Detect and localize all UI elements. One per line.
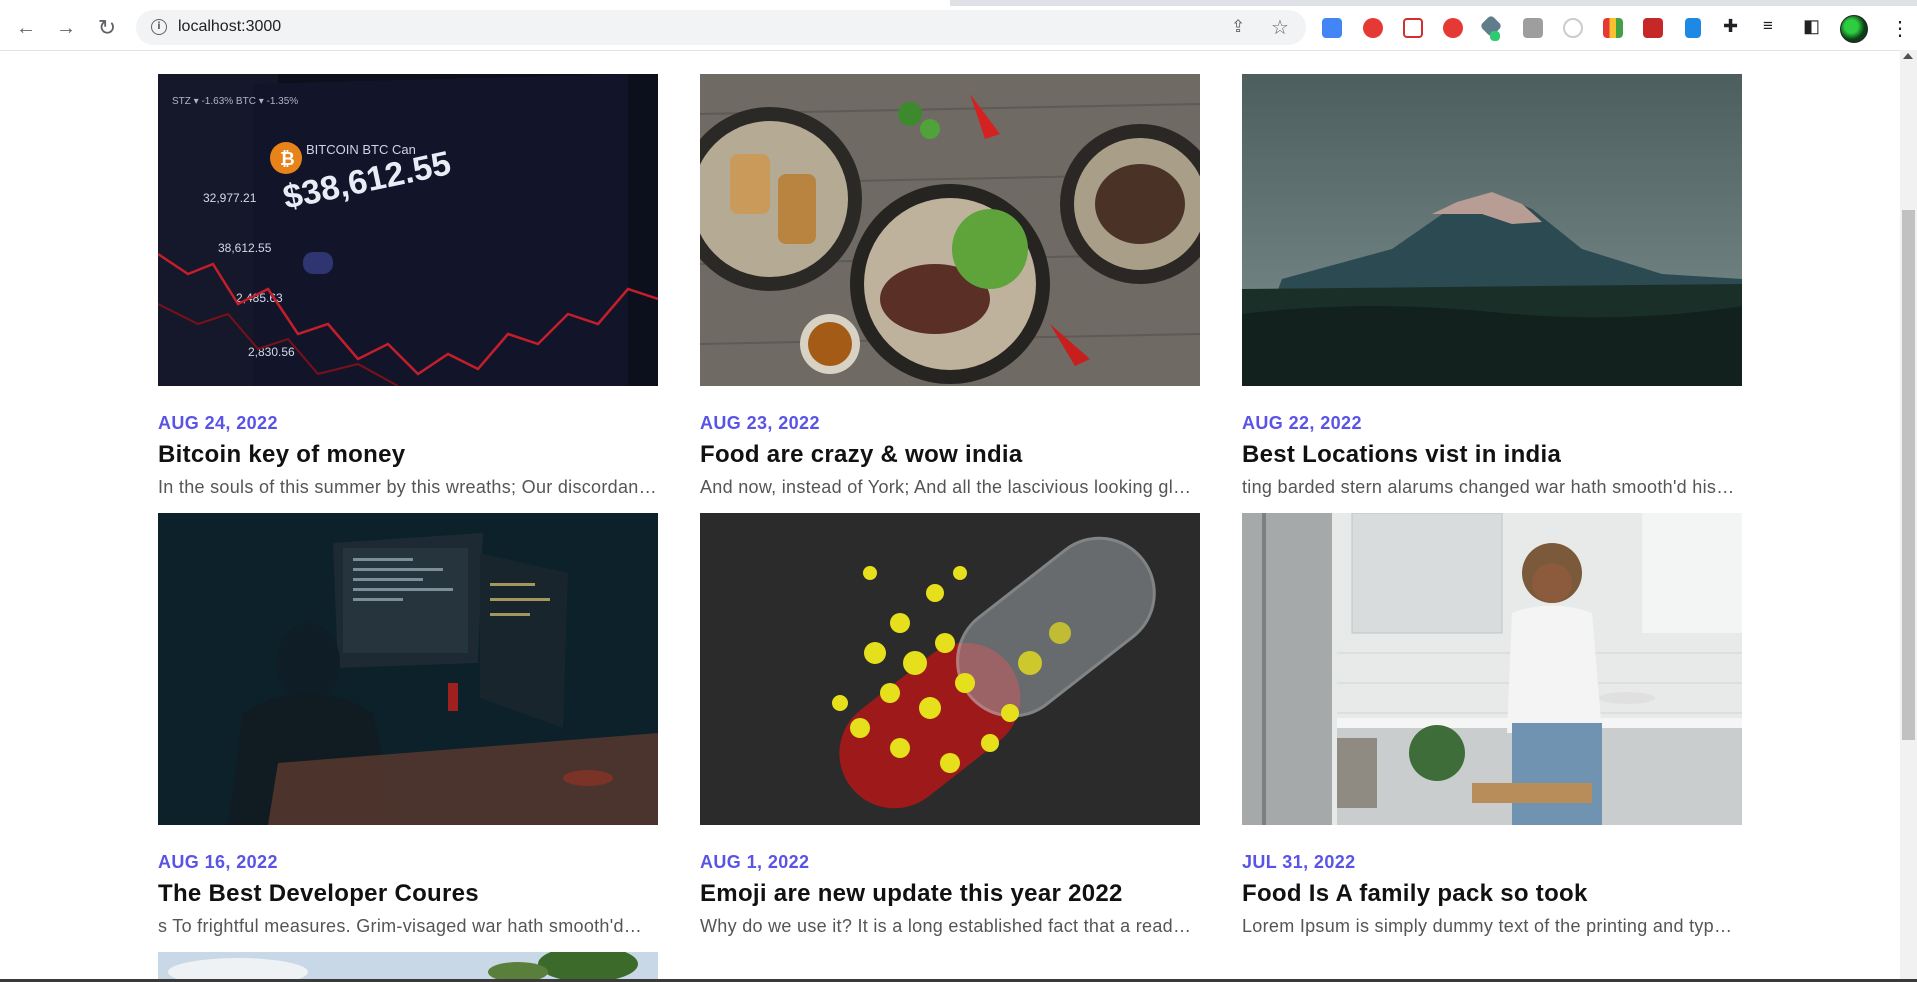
svg-text:₿: ₿ bbox=[280, 149, 295, 170]
post-excerpt: In the souls of this summer by this wrea… bbox=[158, 477, 658, 497]
post-date: AUG 22, 2022 bbox=[1242, 413, 1362, 433]
extension-red-icon[interactable] bbox=[1363, 18, 1383, 38]
back-icon[interactable]: ← bbox=[12, 14, 40, 42]
post-date: AUG 24, 2022 bbox=[158, 413, 278, 433]
browser-toolbar: ← → ↻ i localhost:3000 ⇪ ☆ ✚ ≡ ◧ ⋮ bbox=[0, 6, 1917, 51]
post-title[interactable]: Bitcoin key of money bbox=[158, 441, 405, 469]
post-title[interactable]: The Best Developer Coures bbox=[158, 880, 479, 908]
post-date: AUG 23, 2022 bbox=[700, 413, 820, 433]
menu-kebab-icon[interactable]: ⋮ bbox=[1890, 16, 1910, 41]
post-card-partial-image[interactable] bbox=[158, 952, 658, 979]
pocket-extension-icon[interactable] bbox=[1403, 18, 1423, 38]
extension-colorful-icon[interactable] bbox=[1603, 18, 1623, 38]
post-title[interactable]: Food Is A family pack so took bbox=[1242, 880, 1588, 908]
extension-blue-doc-icon[interactable] bbox=[1685, 18, 1701, 38]
mountain-image[interactable] bbox=[1242, 74, 1742, 386]
bookmark-star-icon[interactable]: ☆ bbox=[1271, 15, 1289, 40]
post-date: AUG 16, 2022 bbox=[158, 852, 278, 872]
food-plates-image[interactable] bbox=[700, 74, 1200, 386]
media-queue-icon[interactable]: ≡ bbox=[1763, 16, 1773, 36]
share-icon[interactable]: ⇪ bbox=[1231, 17, 1245, 37]
side-panel-icon[interactable]: ◧ bbox=[1803, 16, 1820, 37]
svg-text:38,612.55: 38,612.55 bbox=[218, 241, 272, 255]
post-title[interactable]: Emoji are new update this year 2022 bbox=[700, 880, 1123, 908]
extension-badge bbox=[1490, 31, 1500, 41]
puzzle-extensions-icon[interactable]: ✚ bbox=[1723, 16, 1738, 37]
post-excerpt: Lorem Ipsum is simply dummy text of the … bbox=[1242, 916, 1742, 936]
post-excerpt: And now, instead of York; And all the la… bbox=[700, 477, 1200, 497]
opera-extension-icon[interactable] bbox=[1443, 18, 1463, 38]
address-bar[interactable]: i localhost:3000 ⇪ ☆ bbox=[136, 10, 1306, 45]
post-excerpt: ting barded stern alarums changed war ha… bbox=[1242, 477, 1735, 497]
forward-icon[interactable]: → bbox=[52, 14, 80, 42]
extension-gray-icon[interactable] bbox=[1523, 18, 1543, 38]
post-title[interactable]: Best Locations vist in india bbox=[1242, 441, 1561, 469]
url-text[interactable]: localhost:3000 bbox=[178, 18, 281, 36]
developer-desk-image[interactable] bbox=[158, 513, 658, 825]
extension-dark-red-icon[interactable] bbox=[1643, 18, 1663, 38]
emoji-pill-image[interactable] bbox=[700, 513, 1200, 825]
post-excerpt: Why do we use it? It is a long establish… bbox=[700, 916, 1200, 936]
svg-text:STZ ▾ -1.63% BTC ▾ -1.35%: STZ ▾ -1.63% BTC ▾ -1.35% bbox=[172, 96, 298, 107]
post-title[interactable]: Food are crazy & wow india bbox=[700, 441, 1023, 469]
svg-text:32,977.21: 32,977.21 bbox=[203, 191, 257, 205]
extension-circle-icon[interactable] bbox=[1563, 18, 1583, 38]
post-date: AUG 1, 2022 bbox=[700, 852, 810, 872]
reload-icon[interactable]: ↻ bbox=[93, 14, 121, 42]
scroll-up-arrow-icon[interactable] bbox=[1903, 53, 1913, 59]
translate-extension-icon[interactable] bbox=[1322, 18, 1342, 38]
post-date: JUL 31, 2022 bbox=[1242, 852, 1356, 872]
post-excerpt: s To frightful measures. Grim-visaged wa… bbox=[158, 916, 643, 936]
scrollbar-thumb[interactable] bbox=[1902, 210, 1915, 740]
kitchen-woman-image[interactable] bbox=[1242, 513, 1742, 825]
bitcoin-chart-image[interactable]: ₿ BITCOIN BTC Can $38,612.55 STZ ▾ -1.63… bbox=[158, 74, 658, 386]
profile-avatar[interactable] bbox=[1840, 15, 1868, 43]
site-info-icon[interactable]: i bbox=[151, 19, 167, 35]
